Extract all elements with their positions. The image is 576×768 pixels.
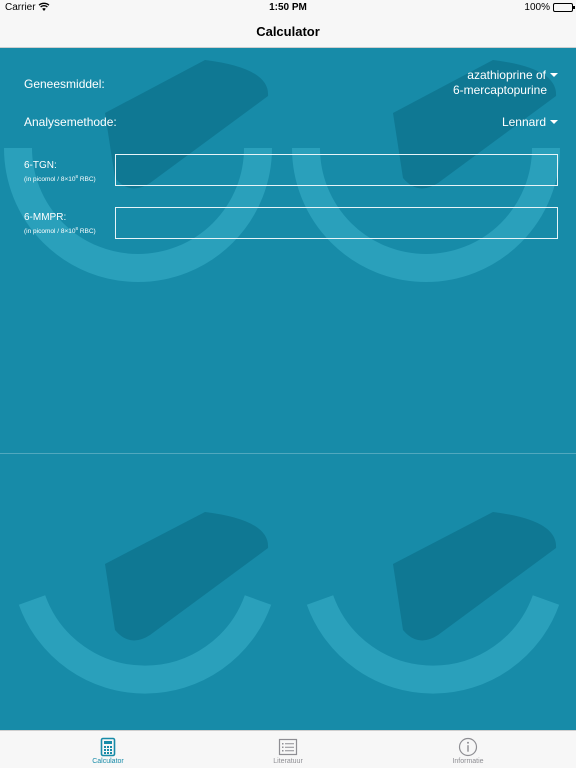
list-icon [278, 738, 298, 756]
clock: 1:50 PM [269, 2, 307, 13]
background-divider [0, 453, 576, 454]
background-logo-icon [4, 60, 272, 282]
battery-icon [553, 3, 575, 12]
method-value: Lennard [501, 115, 546, 129]
background-logo-icon [292, 60, 560, 282]
caret-down-icon [550, 72, 558, 77]
method-label: Analysemethode: [24, 115, 117, 129]
tab-calculator[interactable]: Calculator [12, 731, 204, 768]
battery-percentage: 100% [524, 2, 550, 13]
status-bar: Carrier 1:50 PM 100% [0, 0, 576, 16]
calculator-view: Geneesmiddel: azathioprine of 6-mercapto… [0, 48, 576, 730]
tab-bar: Calculator Literatuur Informatie [0, 730, 576, 768]
tab-informatie[interactable]: Informatie [372, 731, 564, 768]
navigation-bar: Calculator [0, 16, 576, 48]
caret-down-icon [550, 119, 558, 124]
tab-literatuur[interactable]: Literatuur [192, 731, 384, 768]
mmpr-label: 6-MMPR: [24, 212, 67, 223]
background-logo-icon [18, 512, 272, 694]
background-logo-icon [306, 512, 560, 694]
drug-row: Geneesmiddel: azathioprine of 6-mercapto… [24, 68, 558, 100]
tab-literatuur-label: Literatuur [273, 758, 303, 765]
info-icon [458, 737, 478, 757]
drug-value-line2: 6-mercaptopurine [452, 83, 547, 97]
drug-value-line1: azathioprine of [467, 68, 546, 82]
tgn-input[interactable] [115, 154, 558, 186]
mmpr-unit: (in picomol / 8×108 RBC) [24, 226, 96, 236]
tab-informatie-label: Informatie [452, 758, 484, 765]
mmpr-label-group: 6-MMPR: (in picomol / 8×108 RBC) [24, 212, 96, 235]
calculator-icon [100, 737, 116, 757]
tab-calculator-label: Calculator [92, 758, 124, 765]
method-row: Analysemethode: Lennard [24, 114, 558, 132]
tgn-label-group: 6-TGN: (in picomol / 8×108 RBC) [24, 160, 96, 183]
page-title: Calculator [256, 24, 320, 39]
method-dropdown[interactable]: Lennard [502, 115, 558, 130]
tgn-unit: (in picomol / 8×108 RBC) [24, 174, 96, 184]
drug-dropdown[interactable]: azathioprine of 6-mercaptopurine [453, 68, 558, 98]
tgn-label: 6-TGN: [24, 160, 57, 171]
drug-label: Geneesmiddel: [24, 77, 105, 91]
mmpr-input[interactable] [115, 207, 558, 239]
